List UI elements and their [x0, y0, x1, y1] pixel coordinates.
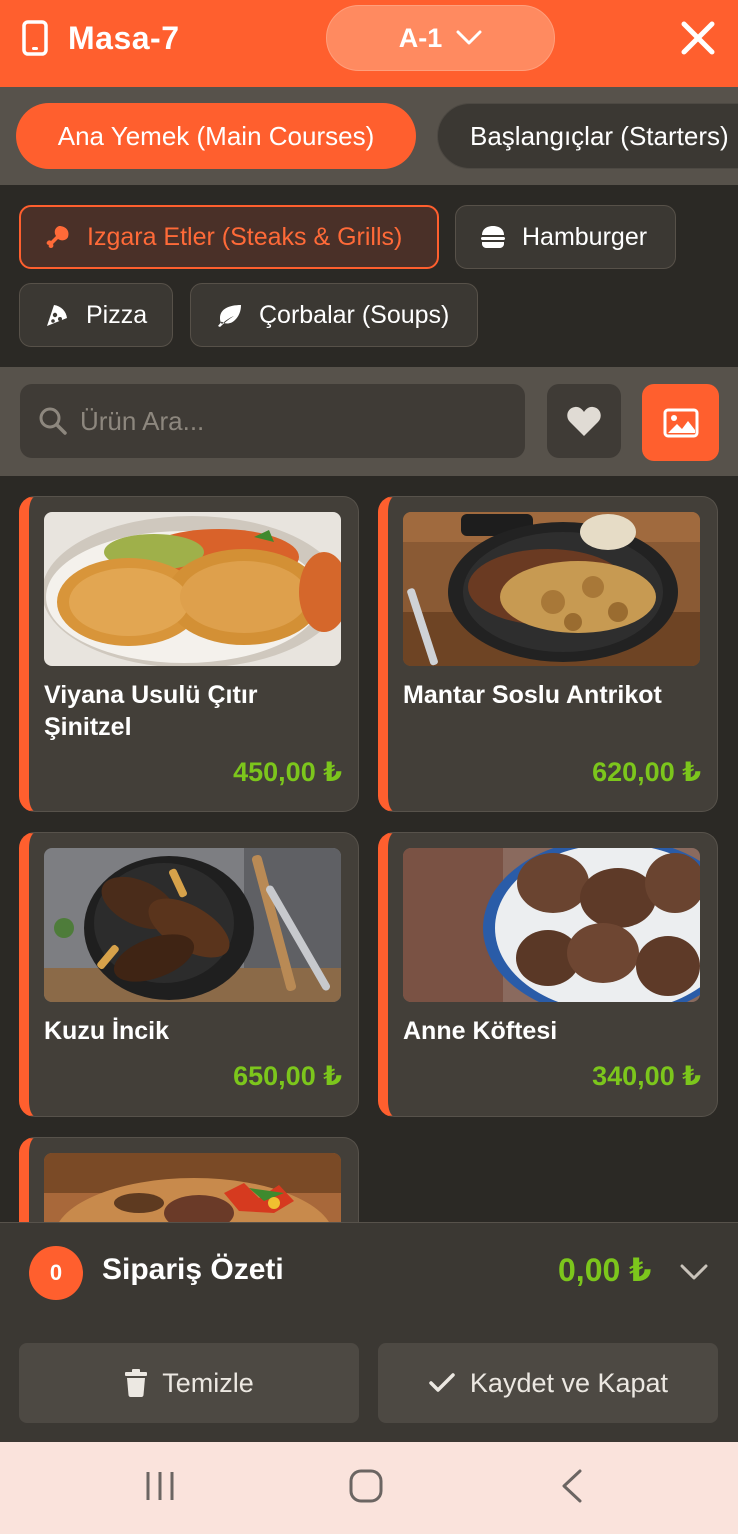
chip-label: Izgara Etler (Steaks & Grills) — [87, 222, 403, 251]
pizza-icon — [47, 305, 67, 326]
search-icon — [39, 407, 67, 435]
image-icon — [663, 408, 698, 437]
table-selector-label: A-1 — [398, 22, 443, 53]
search-bar — [0, 367, 738, 476]
tab-main-courses[interactable]: Ana Yemek (Main Courses) — [16, 103, 416, 169]
clear-button[interactable]: Temizle — [19, 1343, 359, 1423]
product-price: 650,00 ₺ — [233, 1061, 342, 1091]
save-close-button[interactable]: Kaydet ve Kapat — [378, 1343, 718, 1423]
home-icon[interactable] — [348, 1468, 384, 1504]
product-name: Kuzu İncik — [44, 1017, 170, 1045]
product-price: 450,00 ₺ — [233, 757, 342, 787]
product-image — [44, 512, 341, 666]
system-nav-bar — [0, 1442, 738, 1534]
chip-label: Pizza — [86, 300, 148, 329]
chip-steaks-grills[interactable]: Izgara Etler (Steaks & Grills) — [19, 205, 439, 269]
chip-soups[interactable]: Çorbalar (Soups) — [190, 283, 478, 347]
subcategory-chips: Izgara Etler (Steaks & Grills) Hamburger… — [0, 185, 738, 367]
search-input[interactable] — [80, 405, 500, 437]
close-icon[interactable] — [680, 20, 716, 56]
check-icon — [429, 1373, 455, 1392]
product-grid: Viyana Usulü Çıtır Şinitzel 450,00 ₺ Man… — [0, 476, 738, 1222]
product-card[interactable]: Viyana Usulü Çıtır Şinitzel 450,00 ₺ — [19, 496, 359, 812]
hamburger-icon — [481, 226, 505, 248]
product-card[interactable] — [19, 1137, 359, 1222]
item-count-badge: 0 — [29, 1246, 83, 1300]
back-icon[interactable] — [558, 1468, 586, 1504]
product-name: Anne Köftesi — [403, 1017, 558, 1045]
chip-hamburger[interactable]: Hamburger — [455, 205, 676, 269]
chip-label: Hamburger — [522, 222, 648, 251]
top-bar: Masa-7 A-1 — [0, 0, 738, 87]
table-selector[interactable]: A-1 — [326, 5, 555, 71]
tab-starters[interactable]: Başlangıçlar (Starters) — [437, 103, 738, 169]
product-image — [403, 512, 700, 666]
recent-apps-icon[interactable] — [143, 1468, 177, 1504]
save-close-button-label: Kaydet ve Kapat — [469, 1367, 669, 1398]
product-price: 620,00 ₺ — [592, 757, 701, 787]
summary-total: 0,00 ₺ — [558, 1252, 652, 1288]
favorites-button[interactable] — [547, 384, 621, 458]
product-price: 340,00 ₺ — [592, 1061, 701, 1091]
leaf-icon — [218, 305, 241, 327]
product-card[interactable]: Kuzu İncik 650,00 ₺ — [19, 832, 359, 1117]
product-image — [44, 848, 341, 1002]
chip-pizza[interactable]: Pizza — [19, 283, 173, 347]
clear-button-label: Temizle — [162, 1367, 254, 1398]
heart-icon — [567, 406, 601, 436]
order-summary: 0 Sipariş Özeti 0,00 ₺ Temizle Kaydet ve… — [0, 1222, 738, 1442]
phone-icon — [22, 20, 48, 56]
search-field[interactable] — [20, 384, 525, 458]
summary-title[interactable]: Sipariş Özeti — [102, 1253, 284, 1287]
product-name: Viyana Usulü Çıtır Şinitzel — [44, 681, 258, 741]
chevron-down-icon — [456, 30, 482, 45]
trash-icon — [125, 1369, 148, 1397]
image-view-button[interactable] — [642, 384, 719, 461]
product-image — [44, 1153, 341, 1222]
chip-label: Çorbalar (Soups) — [259, 300, 450, 329]
product-card[interactable]: Mantar Soslu Antrikot 620,00 ₺ — [378, 496, 718, 812]
page-title: Masa-7 — [68, 20, 180, 56]
product-image — [403, 848, 700, 1002]
product-name: Mantar Soslu Antrikot — [403, 681, 662, 709]
product-card[interactable]: Anne Köftesi 340,00 ₺ — [378, 832, 718, 1117]
category-tabs: Ana Yemek (Main Courses) Başlangıçlar (S… — [0, 87, 738, 185]
drumstick-icon — [46, 226, 69, 248]
chevron-down-icon[interactable] — [680, 1263, 708, 1283]
